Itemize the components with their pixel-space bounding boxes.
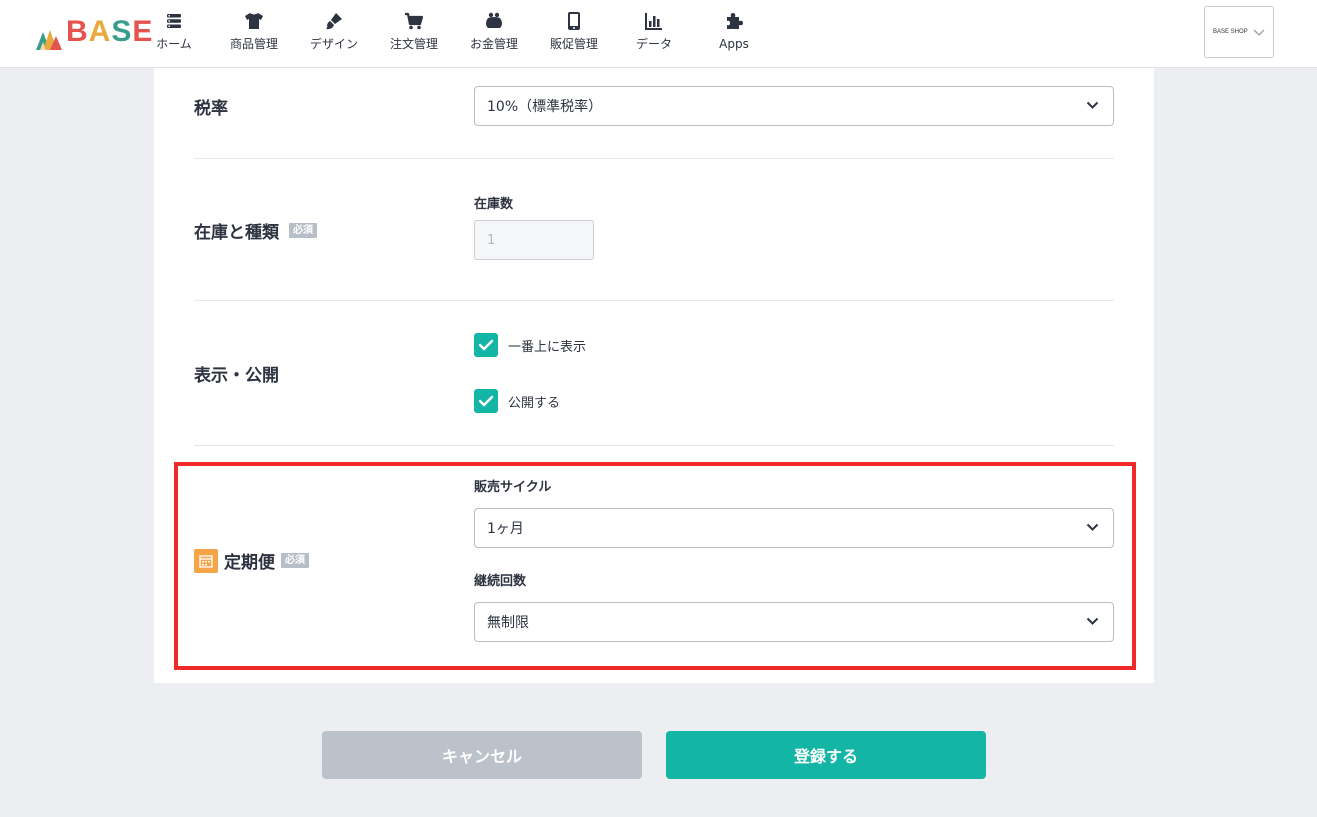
checkmark-icon (478, 395, 494, 407)
cancel-button[interactable]: キャンセル (322, 731, 642, 779)
nav-label-design: デザイン (309, 37, 358, 51)
shop-name: BASE SHOP (1213, 29, 1248, 35)
publish-checkbox[interactable]: 公開する (474, 389, 560, 413)
nav-label-home: ホーム (156, 37, 192, 51)
subscription-row-title: 定期便 必須 (194, 548, 309, 573)
nav-label-orders: 注文管理 (389, 37, 438, 51)
stock-count-label: 在庫数 (474, 197, 514, 212)
nav-item-products[interactable]: 商品管理 (214, 0, 294, 68)
calendar-icon (194, 548, 218, 573)
main-nav: ホーム 商品管理 デザイン 注文管理 お金管理 販促管理 データ Apps (134, 0, 774, 68)
chevron-down-icon (1086, 523, 1099, 531)
tshirt-icon (244, 11, 264, 31)
nav-label-data: データ (635, 37, 672, 51)
tax-row-title: 税率 (194, 99, 228, 119)
tent-icon (36, 30, 62, 50)
shop-switcher[interactable]: BASE SHOP (1204, 6, 1274, 58)
chevron-down-icon (1253, 29, 1265, 36)
stock-row-title: 在庫と種類 必須 (194, 218, 317, 243)
sales-cycle-value: 1ヶ月 (487, 521, 524, 537)
home-list-icon (164, 11, 184, 31)
show-on-top-checkbox[interactable]: 一番上に表示 (474, 333, 586, 357)
bar-chart-icon (644, 11, 664, 31)
publish-label: 公開する (508, 395, 561, 411)
checkbox-checked[interactable] (474, 389, 498, 413)
nav-item-money[interactable]: お金管理 (454, 0, 534, 68)
required-badge: 必須 (281, 553, 309, 568)
visibility-row-title: 表示・公開 (194, 366, 279, 386)
checkbox-checked[interactable] (474, 333, 498, 357)
chevron-down-icon (1086, 101, 1099, 109)
nav-item-data[interactable]: データ (614, 0, 694, 68)
nav-label-products: 商品管理 (229, 37, 278, 51)
register-button[interactable]: 登録する (666, 731, 986, 779)
nav-item-home[interactable]: ホーム (134, 0, 214, 68)
nav-label-money: お金管理 (469, 37, 518, 51)
sales-cycle-label: 販売サイクル (474, 480, 552, 495)
checkmark-icon (478, 339, 494, 351)
cart-icon (404, 11, 424, 31)
sales-cycle-select[interactable]: 1ヶ月 (474, 508, 1114, 548)
top-header: BASE ホーム 商品管理 デザイン 注文管理 お金管理 販促管理 データ Ap… (0, 0, 1317, 68)
divider (194, 445, 1114, 446)
nav-item-apps[interactable]: Apps (694, 0, 774, 68)
divider (194, 300, 1114, 301)
nav-item-promotion[interactable]: 販促管理 (534, 0, 614, 68)
stock-count-input[interactable] (474, 220, 594, 260)
continuation-count-value: 無制限 (487, 615, 529, 631)
smartphone-icon (564, 11, 584, 31)
show-on-top-label: 一番上に表示 (508, 339, 587, 355)
puzzle-icon (724, 11, 744, 31)
nav-label-promotion: 販促管理 (549, 37, 598, 51)
nav-item-design[interactable]: デザイン (294, 0, 374, 68)
required-badge: 必須 (289, 223, 317, 238)
continuation-count-select[interactable]: 無制限 (474, 602, 1114, 642)
chevron-down-icon (1086, 617, 1099, 625)
tax-rate-value: 10%（標準税率） (487, 99, 603, 115)
tax-rate-select[interactable]: 10%（標準税率） (474, 86, 1114, 126)
brush-icon (324, 11, 344, 31)
product-form-panel: 税率 10%（標準税率） 在庫と種類 必須 在庫数 表示・公開 一番上に表示 公… (154, 68, 1154, 683)
divider (194, 158, 1114, 159)
purse-icon (484, 11, 504, 31)
continuation-count-label: 継続回数 (474, 574, 527, 589)
nav-item-orders[interactable]: 注文管理 (374, 0, 454, 68)
nav-label-apps: Apps (719, 37, 749, 51)
